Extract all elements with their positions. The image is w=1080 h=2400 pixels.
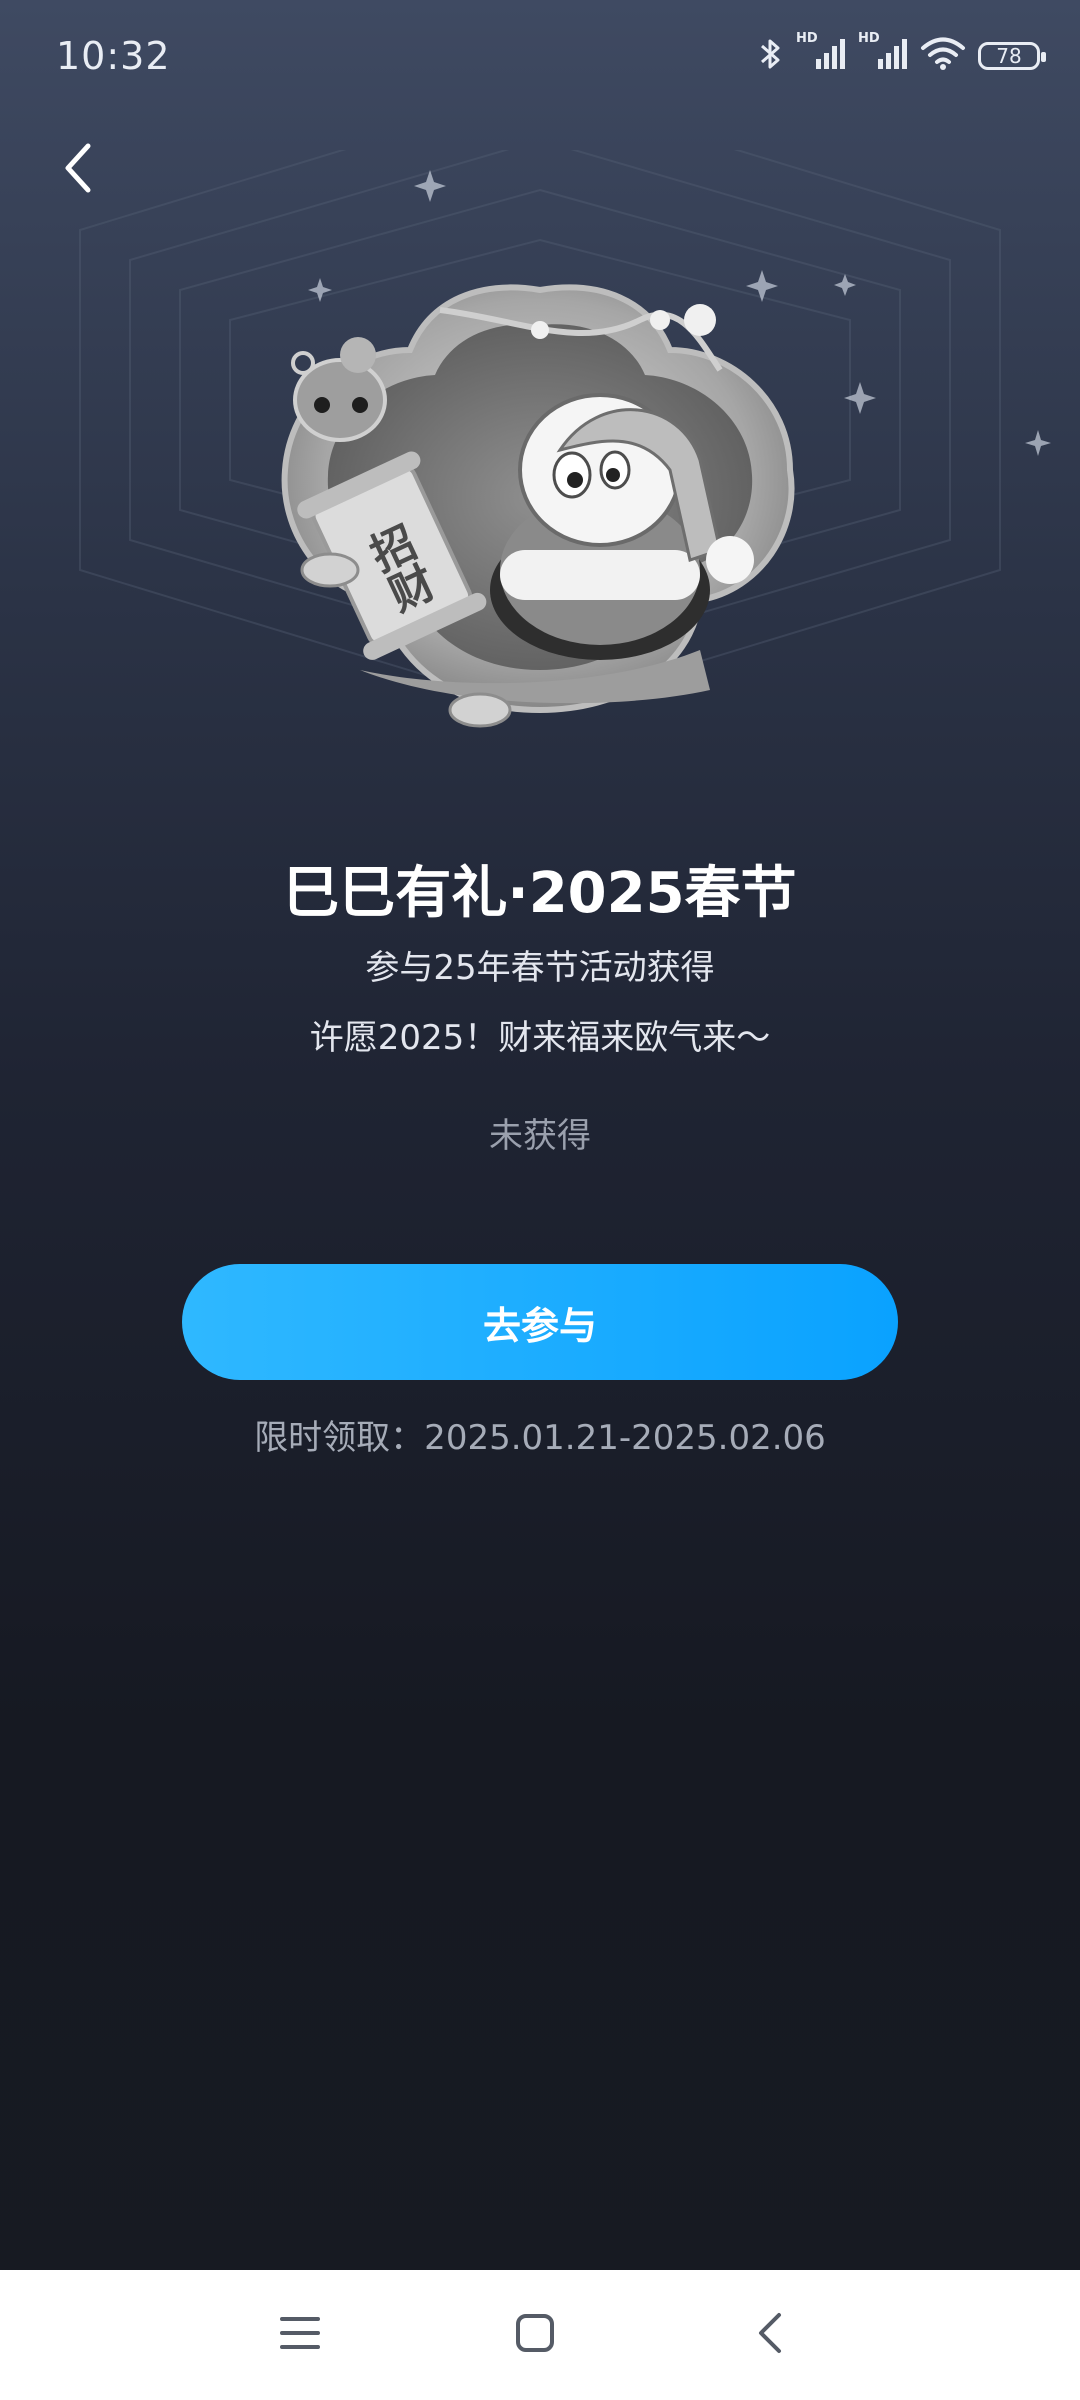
snake-figure [291,337,387,442]
wifi-icon [920,37,966,75]
network-label-2: HD [858,31,880,46]
status-icons: HD HD 78 [758,31,1046,76]
badge-status: 未获得 [489,1116,591,1156]
signal-icon-2: HD [858,31,908,75]
claim-period: 限时领取：2025.01.21-2025.02.06 [254,1418,826,1458]
menu-icon [280,2315,320,2355]
battery-icon: 78 [978,42,1046,70]
nav-back-button[interactable] [735,2300,805,2370]
back-icon [755,2311,785,2359]
join-button[interactable]: 去参与 [182,1264,898,1380]
page-title: 巳巳有礼·2025春节 [283,861,797,926]
home-button[interactable] [500,2300,570,2370]
system-nav-bar [0,2270,1080,2400]
badge-area: 招财 [0,150,1080,830]
badge-description: 许愿2025！财来福来欧气来～ [309,1018,771,1058]
menu-button[interactable] [265,2300,335,2370]
status-time: 10:32 [56,34,171,78]
badge-artwork: 招财 [79,150,1051,728]
home-icon [515,2313,555,2357]
bluetooth-icon [758,36,784,76]
signal-icon: HD [796,31,846,75]
network-label: HD [796,31,818,46]
badge-subtitle: 参与25年春节活动获得 [365,948,715,988]
status-bar: 10:32 HD HD 78 [0,0,1080,120]
